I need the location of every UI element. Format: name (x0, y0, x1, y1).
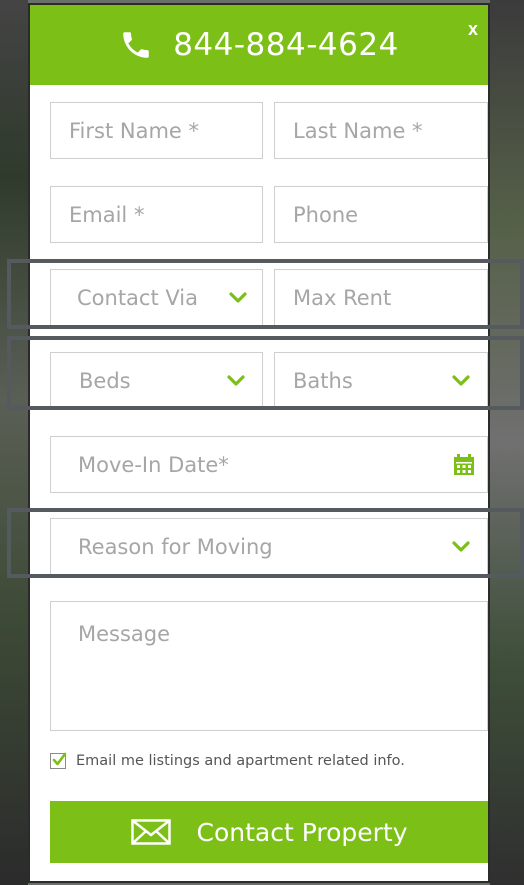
chevron-down-icon (452, 374, 470, 386)
max-rent-placeholder: Max Rent (293, 285, 392, 310)
email-optin-label: Email me listings and apartment related … (76, 753, 405, 769)
chevron-down-icon (227, 374, 245, 386)
contact-modal: 844-884-4624 x First Name * Last Name * … (28, 3, 490, 883)
phone-placeholder: Phone (293, 202, 359, 227)
contact-via-placeholder: Contact Via (77, 285, 198, 310)
max-rent-input[interactable]: Max Rent (274, 269, 488, 326)
reason-for-moving-select[interactable]: Reason for Moving (50, 518, 488, 575)
message-placeholder: Message (78, 622, 171, 646)
background-photo-right (490, 0, 524, 885)
close-button[interactable]: x (468, 19, 478, 40)
move-in-date-placeholder: Move-In Date* (78, 452, 229, 477)
email-optin-row: Email me listings and apartment related … (50, 752, 405, 769)
contact-property-label: Contact Property (196, 817, 408, 847)
contact-via-select[interactable]: Contact Via (50, 269, 263, 326)
reason-for-moving-placeholder: Reason for Moving (78, 534, 273, 559)
email-placeholder: Email * (69, 202, 145, 227)
last-name-placeholder: Last Name * (293, 118, 423, 143)
baths-select[interactable]: Baths (274, 352, 488, 409)
email-optin-checkbox[interactable] (50, 752, 67, 769)
first-name-input[interactable]: First Name * (50, 102, 263, 159)
beds-placeholder: Beds (79, 368, 131, 393)
phone-icon (119, 28, 153, 62)
beds-select[interactable]: Beds (50, 352, 263, 409)
baths-placeholder: Baths (293, 368, 353, 393)
phone-input[interactable]: Phone (274, 186, 488, 243)
phone-number-link[interactable]: 844-884-4624 (173, 27, 399, 63)
move-in-date-input[interactable]: Move-In Date* (50, 436, 488, 493)
calendar-icon[interactable] (453, 453, 475, 476)
modal-header: 844-884-4624 x (30, 5, 488, 85)
checkmark-icon (52, 752, 67, 766)
last-name-input[interactable]: Last Name * (274, 102, 488, 159)
chevron-down-icon (452, 540, 470, 552)
first-name-placeholder: First Name * (69, 118, 199, 143)
background-photo-left (0, 0, 28, 885)
chevron-down-icon (229, 291, 247, 303)
email-input[interactable]: Email * (50, 186, 263, 243)
mail-icon (130, 819, 171, 845)
message-textarea[interactable]: Message (50, 601, 488, 731)
contact-property-button[interactable]: Contact Property (50, 801, 488, 863)
